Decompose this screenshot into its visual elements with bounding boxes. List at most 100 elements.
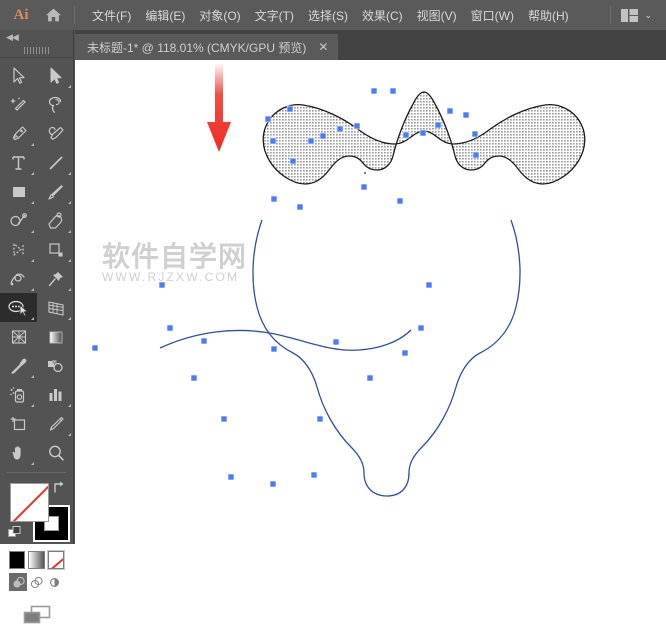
color-mode-buttons: [0, 549, 73, 570]
lasso-tool[interactable]: [37, 90, 74, 119]
blend-icon: [48, 359, 63, 372]
tool-flyout-indicator: [31, 462, 34, 465]
blend-tool[interactable]: [37, 351, 74, 380]
chevron-down-icon: ⌄: [644, 9, 652, 20]
draw-normal-icon: [13, 576, 25, 588]
paintbrush-icon: [47, 184, 63, 200]
tool-flyout-indicator: [31, 288, 34, 291]
menubar-divider-right: [610, 6, 612, 24]
perspective-grid-icon: [48, 300, 64, 316]
document-tab-bar: 未标题-1* @ 118.01% (CMYK/GPU 预览) ✕: [75, 30, 666, 60]
tool-flyout-indicator: [68, 404, 71, 407]
free-transform-pin-icon: [48, 271, 63, 286]
draw-inside-button[interactable]: [46, 573, 64, 591]
gradient-swatch-button[interactable]: [28, 551, 45, 569]
screen-mode-row: [0, 591, 73, 625]
menu-file[interactable]: 文件(F): [85, 3, 138, 28]
menubar-divider-left: [74, 6, 75, 24]
tool-flyout-indicator: [31, 172, 34, 175]
rotate-icon: [12, 242, 24, 256]
tool-flyout-indicator: [31, 404, 34, 407]
symbol-sprayer-tool[interactable]: [0, 380, 37, 409]
fill-color-swatch[interactable]: [10, 483, 49, 522]
draw-normal-button[interactable]: [9, 573, 28, 591]
menu-help[interactable]: 帮助(H): [521, 3, 576, 28]
swap-fill-stroke-icon[interactable]: [52, 480, 66, 494]
artboard-tool[interactable]: [0, 409, 37, 438]
grip-lines-icon: [23, 47, 50, 54]
rectangle-tool[interactable]: [0, 177, 37, 206]
paintbrush-tool[interactable]: [37, 177, 74, 206]
color-swatch-button[interactable]: [9, 551, 26, 569]
line-diagonal-icon: [48, 155, 63, 170]
width-tool[interactable]: [0, 264, 37, 293]
red-down-arrow-annotation: [207, 64, 231, 152]
eraser-tool[interactable]: [37, 206, 74, 235]
default-fill-stroke-icon[interactable]: [8, 526, 22, 540]
hand-tool[interactable]: [0, 438, 37, 467]
workspace-layout-icon: [621, 8, 639, 22]
tool-flyout-indicator: [31, 317, 34, 320]
menu-object[interactable]: 对象(O): [192, 3, 247, 28]
document-tab[interactable]: 未标题-1* @ 118.01% (CMYK/GPU 预览) ✕: [75, 34, 339, 60]
menu-edit[interactable]: 编辑(E): [138, 3, 192, 28]
menu-items: 文件(F) 编辑(E) 对象(O) 文字(T) 选择(S) 效果(C) 视图(V…: [85, 3, 576, 28]
pen-tool[interactable]: [0, 119, 37, 148]
rectangle-icon: [12, 186, 25, 197]
menu-view[interactable]: 视图(V): [410, 3, 464, 28]
direct-selection-tool[interactable]: [37, 61, 74, 90]
shape-builder-tool[interactable]: [0, 293, 37, 322]
curvature-tool[interactable]: [37, 119, 74, 148]
tool-flyout-indicator: [31, 375, 34, 378]
artboard-canvas[interactable]: 软件自学网 WWW.RJZXW.COM: [75, 60, 666, 544]
slice-tool[interactable]: [37, 409, 74, 438]
tool-flyout-indicator: [68, 259, 71, 262]
mesh-tool[interactable]: [0, 322, 37, 351]
anchor-points-body: [91, 281, 433, 488]
rotate-tool[interactable]: [0, 235, 37, 264]
close-icon[interactable]: ✕: [316, 41, 330, 53]
type-tool[interactable]: [0, 148, 37, 177]
draw-behind-button[interactable]: [27, 573, 45, 591]
tool-flyout-indicator: [68, 288, 71, 291]
shaper-tool[interactable]: [0, 206, 37, 235]
menu-window[interactable]: 窗口(W): [464, 3, 521, 28]
hand-icon: [12, 445, 21, 459]
tool-flyout-indicator: [68, 317, 71, 320]
direct-selection-arrow-icon: [50, 67, 61, 84]
fill-stroke-controls: [0, 477, 73, 547]
column-graph-icon: [49, 388, 61, 401]
tool-flyout-indicator: [68, 172, 71, 175]
none-swatch-button[interactable]: [46, 550, 66, 570]
tool-flyout-indicator: [68, 201, 71, 204]
zoom-tool[interactable]: [37, 438, 74, 467]
pen-nib-icon: [12, 125, 27, 140]
shaper-icon: [10, 212, 27, 226]
column-graph-tool[interactable]: [37, 380, 74, 409]
menu-type[interactable]: 文字(T): [248, 3, 301, 28]
illustrator-window: Ai 文件(F) 编辑(E) 对象(O) 文字(T) 选择(S) 效果(C) 视…: [0, 0, 666, 624]
line-segment-tool[interactable]: [37, 148, 74, 177]
none-slash-indicator: [48, 552, 63, 568]
center-point: [364, 172, 366, 174]
perspective-grid-tool[interactable]: [37, 293, 74, 322]
eyedropper-tool[interactable]: [0, 351, 37, 380]
menu-effect[interactable]: 效果(C): [355, 3, 410, 28]
free-transform-tool[interactable]: [37, 264, 74, 293]
magic-wand-icon: [9, 96, 26, 111]
tool-flyout-indicator: [31, 259, 34, 262]
selection-tool[interactable]: [0, 61, 37, 90]
panel-drag-grip[interactable]: [0, 44, 73, 58]
tool-flyout-indicator: [68, 433, 71, 436]
artboard-icon: [10, 416, 25, 430]
workspace-switcher[interactable]: ⌄: [617, 6, 656, 25]
home-icon[interactable]: [38, 7, 68, 23]
magic-wand-tool[interactable]: [0, 90, 37, 119]
gradient-icon: [49, 331, 62, 343]
collapse-panel-button[interactable]: ◀◀: [0, 30, 73, 44]
gradient-tool[interactable]: [37, 322, 74, 351]
menu-select[interactable]: 选择(S): [301, 3, 355, 28]
change-screen-mode-button[interactable]: [23, 605, 51, 625]
app-logo: Ai: [13, 6, 29, 23]
scale-tool[interactable]: [37, 235, 74, 264]
